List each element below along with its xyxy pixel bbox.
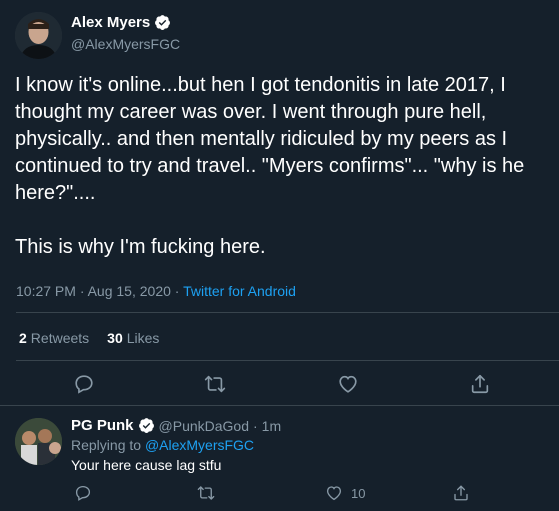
avatar[interactable] <box>15 418 62 465</box>
tweet-source-link[interactable]: Twitter for Android <box>183 283 296 299</box>
share-icon[interactable] <box>452 484 470 502</box>
retweet-icon[interactable] <box>204 373 226 395</box>
reply-text: Your here cause lag stfu <box>71 457 222 473</box>
reply-header: PG Punk @PunkDaGod · 1m <box>71 417 281 434</box>
verified-badge-icon <box>154 14 171 31</box>
author-handle[interactable]: @AlexMyersFGC <box>71 36 180 52</box>
reply-actions <box>0 482 559 504</box>
tweet-page: Alex Myers @AlexMyersFGC I know it's onl… <box>0 0 559 511</box>
reply-icon[interactable] <box>74 484 92 502</box>
likes-label: Likes <box>126 330 160 346</box>
tweet-meta: 10:27 PM · Aug 15, 2020 · Twitter for An… <box>16 283 296 299</box>
like-icon[interactable] <box>337 373 359 395</box>
main-tweet: Alex Myers @AlexMyersFGC I know it's onl… <box>0 0 559 406</box>
author-name-text[interactable]: Alex Myers <box>71 14 150 31</box>
divider <box>16 312 559 313</box>
separator-dot: · <box>253 417 258 434</box>
retweets-stat[interactable]: 2 Retweets <box>19 330 89 346</box>
author-name[interactable]: Alex Myers <box>71 14 171 31</box>
share-icon[interactable] <box>469 373 491 395</box>
replying-to: Replying to @AlexMyersFGC <box>71 437 254 453</box>
verified-badge-icon <box>138 417 155 434</box>
tweet-actions <box>0 370 559 398</box>
replying-to-handle[interactable]: @AlexMyersFGC <box>145 437 254 453</box>
retweets-count: 2 <box>19 330 27 346</box>
retweets-label: Retweets <box>30 330 90 346</box>
reply-author-name[interactable]: PG Punk <box>71 417 134 434</box>
reply-like-count: 10 <box>351 486 366 501</box>
retweet-icon[interactable] <box>197 484 215 502</box>
likes-count: 30 <box>107 330 123 346</box>
avatar[interactable] <box>15 12 62 59</box>
replying-to-label: Replying to <box>71 437 142 453</box>
reply-tweet[interactable]: PG Punk @PunkDaGod · 1m Replying to @Ale… <box>0 406 559 511</box>
reply-time[interactable]: 1m <box>262 418 281 434</box>
reply-author-handle[interactable]: @PunkDaGod <box>159 418 249 434</box>
like-icon[interactable] <box>325 484 343 502</box>
tweet-text: I know it's online...but hen I got tendo… <box>15 74 525 258</box>
reply-icon[interactable] <box>73 373 95 395</box>
divider <box>16 360 559 361</box>
tweet-timestamp[interactable]: 10:27 PM · Aug 15, 2020 · <box>16 283 179 299</box>
likes-stat[interactable]: 30 Likes <box>107 330 159 346</box>
tweet-stats: 2 Retweets 30 Likes <box>19 330 159 346</box>
